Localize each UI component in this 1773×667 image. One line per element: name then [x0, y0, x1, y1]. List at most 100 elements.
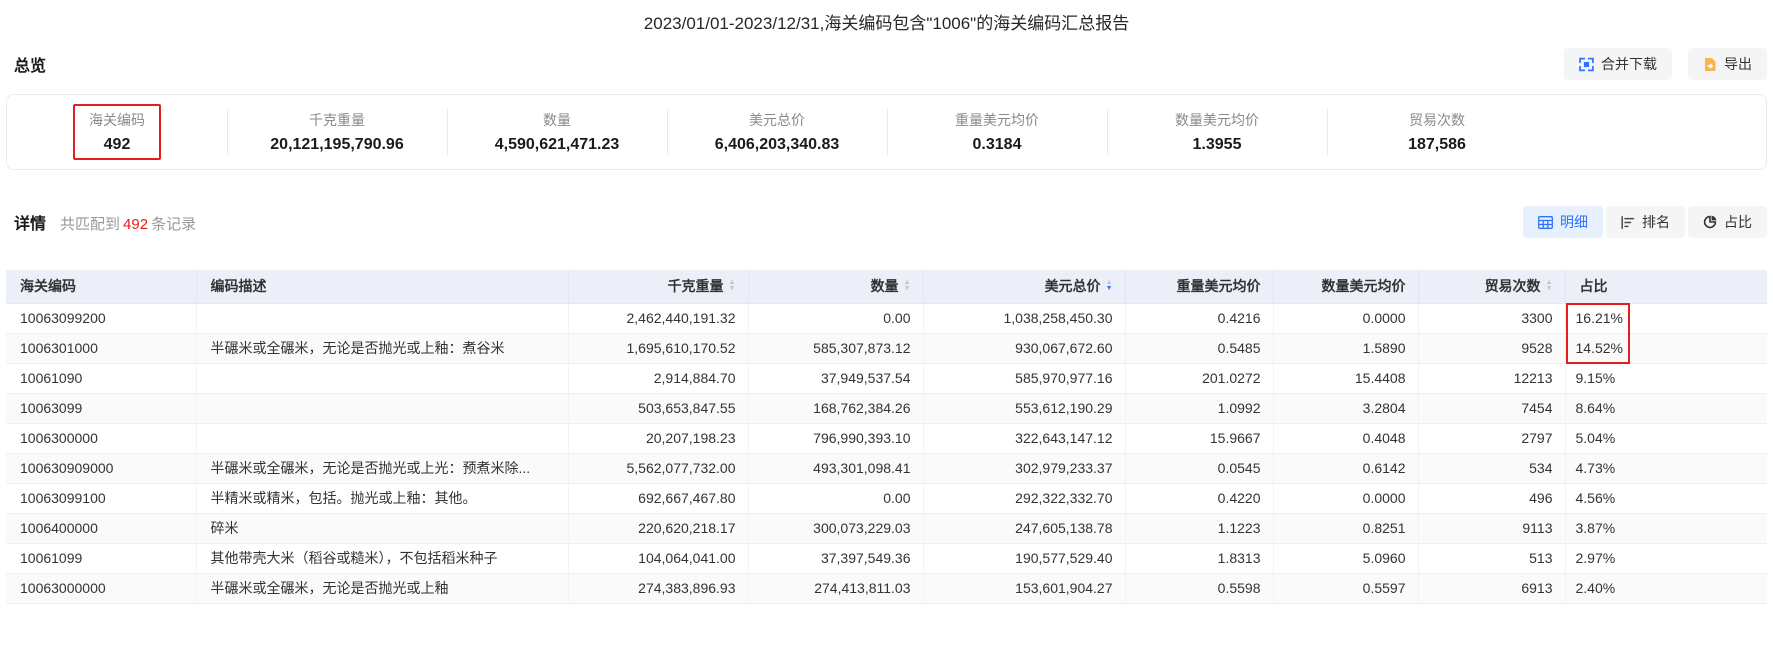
report-page: 2023/01/01-2023/12/31,海关编码包含"1006"的海关编码汇… — [0, 0, 1773, 604]
cell-code: 10063099200 — [6, 303, 196, 333]
cell-kg-weight: 274,383,896.93 — [568, 573, 748, 603]
stat-inner: 贸易次数187,586 — [1392, 104, 1482, 160]
cell-quantity: 0.00 — [748, 483, 923, 513]
match-prefix: 共匹配到 — [60, 216, 120, 233]
stat-inner: 美元总价6,406,203,340.83 — [699, 104, 856, 160]
cell-usd-per-qty: 15.4408 — [1273, 363, 1418, 393]
details-heading: 详情 — [14, 210, 46, 234]
cell-usd-total: 190,577,529.40 — [923, 543, 1125, 573]
cell-quantity: 585,307,873.12 — [748, 333, 923, 363]
table-row: 10063099503,653,847.55168,762,384.26553,… — [6, 393, 1767, 423]
cell-trade-count: 496 — [1418, 483, 1565, 513]
col-header-trade-count[interactable]: 贸易次数▲▼ — [1418, 270, 1565, 303]
col-header-label-quantity: 数量 — [871, 276, 899, 296]
cell-usd-total: 553,612,190.29 — [923, 393, 1125, 423]
cell-quantity: 37,397,549.36 — [748, 543, 923, 573]
cell-description: 半精米或精米，包括。抛光或上釉：其他。 — [196, 483, 568, 513]
overview-stats: 海关编码492 千克重量20,121,195,790.96 数量4,590,621,… — [7, 94, 1766, 170]
cell-description: 其他带壳大米（稻谷或糙米），不包括稻米种子 — [196, 543, 568, 573]
cell-usd-per-qty: 3.2804 — [1273, 393, 1418, 423]
cell-kg-weight: 1,695,610,170.52 — [568, 333, 748, 363]
sort-icons-kg-weight: ▲▼ — [729, 280, 736, 292]
col-header-cell-description: 编码描述 — [197, 270, 568, 303]
cell-trade-count: 6913 — [1418, 573, 1565, 603]
cell-kg-weight: 2,914,884.70 — [568, 363, 748, 393]
cell-usd-per-qty: 0.0000 — [1273, 303, 1418, 333]
overview-stat-hs-code: 海关编码492 — [7, 94, 227, 170]
stat-value-usd-total: 6,406,203,340.83 — [715, 136, 840, 154]
table-row: 100630909000半碾米或全碾米，无论是否抛光或上光：预煮米除...5,5… — [6, 453, 1767, 483]
cell-usd-per-qty: 0.0000 — [1273, 483, 1418, 513]
cell-quantity: 796,990,393.10 — [748, 423, 923, 453]
details-table: 海关编码编码描述千克重量▲▼数量▲▼美元总价▲▼重量美元均价数量美元均价贸易次数… — [6, 270, 1767, 604]
stat-inner: 数量4,590,621,471.23 — [479, 104, 636, 160]
view-button-share[interactable]: 占比 — [1688, 206, 1767, 238]
cell-kg-weight: 220,620,218.17 — [568, 513, 748, 543]
overview-stat-usd-per-qty: 数量美元均价1.3955 — [1107, 94, 1327, 170]
col-header-usd-per-qty: 数量美元均价 — [1273, 270, 1418, 303]
cell-share: 4.73% — [1565, 453, 1767, 483]
col-header-label-usd-total: 美元总价 — [1045, 276, 1101, 296]
col-header-kg-weight[interactable]: 千克重量▲▼ — [568, 270, 748, 303]
overview-stat-kg-weight: 千克重量20,121,195,790.96 — [227, 94, 447, 170]
cell-usd-per-qty: 0.5597 — [1273, 573, 1418, 603]
cell-share: 16.21% — [1565, 303, 1767, 333]
view-button-ranking[interactable]: 排名 — [1606, 206, 1685, 238]
highlight-box-overview: 海关编码492 — [73, 104, 161, 160]
cell-quantity: 37,949,537.54 — [748, 363, 923, 393]
cell-usd-per-qty: 5.0960 — [1273, 543, 1418, 573]
view-button-detail[interactable]: 明细 — [1523, 206, 1603, 238]
cell-usd-per-kg: 0.5485 — [1125, 333, 1273, 363]
details-left: 详情 共匹配到492条记录 — [14, 210, 196, 234]
details-header-row: 详情 共匹配到492条记录 明细 排名占比 — [6, 206, 1767, 238]
merge-download-label: 合并下载 — [1601, 54, 1657, 74]
stat-label-usd-per-qty: 数量美元均价 — [1175, 110, 1259, 130]
col-header-cell-kg-weight: 千克重量▲▼ — [569, 270, 748, 303]
cell-share: 2.97% — [1565, 543, 1767, 573]
cell-quantity: 493,301,098.41 — [748, 453, 923, 483]
cell-trade-count: 9113 — [1418, 513, 1565, 543]
cell-usd-per-qty: 0.6142 — [1273, 453, 1418, 483]
cell-usd-per-kg: 0.5598 — [1125, 573, 1273, 603]
table-row: 1006301000半碾米或全碾米，无论是否抛光或上釉：煮谷米1,695,610… — [6, 333, 1767, 363]
col-header-usd-per-kg: 重量美元均价 — [1125, 270, 1273, 303]
col-header-share: 占比 — [1565, 270, 1767, 303]
col-header-quantity[interactable]: 数量▲▼ — [748, 270, 923, 303]
cell-usd-total: 302,979,233.37 — [923, 453, 1125, 483]
cell-code: 10061090 — [6, 363, 196, 393]
view-button-label-ranking: 排名 — [1642, 212, 1670, 232]
cell-usd-per-kg: 1.0992 — [1125, 393, 1273, 423]
overview-stat-quantity: 数量4,590,621,471.23 — [447, 94, 667, 170]
cell-usd-total: 585,970,977.16 — [923, 363, 1125, 393]
cell-share: 9.15% — [1565, 363, 1767, 393]
merge-download-button[interactable]: 合并下载 — [1564, 48, 1672, 80]
overview-stat-usd-total: 美元总价6,406,203,340.83 — [667, 94, 887, 170]
stat-value-hs-code: 492 — [89, 136, 145, 154]
cell-usd-total: 1,038,258,450.30 — [923, 303, 1125, 333]
cell-description: 半碾米或全碾米，无论是否抛光或上光：预煮米除... — [196, 453, 568, 483]
table-icon — [1538, 216, 1553, 229]
table-row: 10061099其他带壳大米（稻谷或糙米），不包括稻米种子104,064,041… — [6, 543, 1767, 573]
col-header-cell-trade-count: 贸易次数▲▼ — [1419, 270, 1565, 303]
col-header-label-trade-count: 贸易次数 — [1485, 276, 1541, 296]
export-button[interactable]: 导出 — [1688, 48, 1767, 80]
cell-usd-total: 930,067,672.60 — [923, 333, 1125, 363]
details-table-wrap: 海关编码编码描述千克重量▲▼数量▲▼美元总价▲▼重量美元均价数量美元均价贸易次数… — [6, 270, 1767, 604]
sort-down-icon: ▼ — [729, 286, 736, 292]
match-count-text: 共匹配到492条记录 — [60, 213, 196, 234]
cell-quantity: 168,762,384.26 — [748, 393, 923, 423]
cell-usd-per-qty: 1.5890 — [1273, 333, 1418, 363]
col-header-usd-total[interactable]: 美元总价▲▼ — [923, 270, 1125, 303]
cell-description: 半碾米或全碾米，无论是否抛光或上釉 — [196, 573, 568, 603]
cell-code: 100630909000 — [6, 453, 196, 483]
sort-down-icon: ▼ — [1546, 286, 1553, 292]
cell-usd-total: 292,322,332.70 — [923, 483, 1125, 513]
cell-code: 10063000000 — [6, 573, 196, 603]
cell-trade-count: 7454 — [1418, 393, 1565, 423]
match-count: 492 — [120, 216, 151, 233]
cell-code: 10061099 — [6, 543, 196, 573]
cell-trade-count: 12213 — [1418, 363, 1565, 393]
cell-share: 14.52% — [1565, 333, 1767, 363]
match-suffix: 条记录 — [151, 216, 196, 233]
cell-description — [196, 363, 568, 393]
